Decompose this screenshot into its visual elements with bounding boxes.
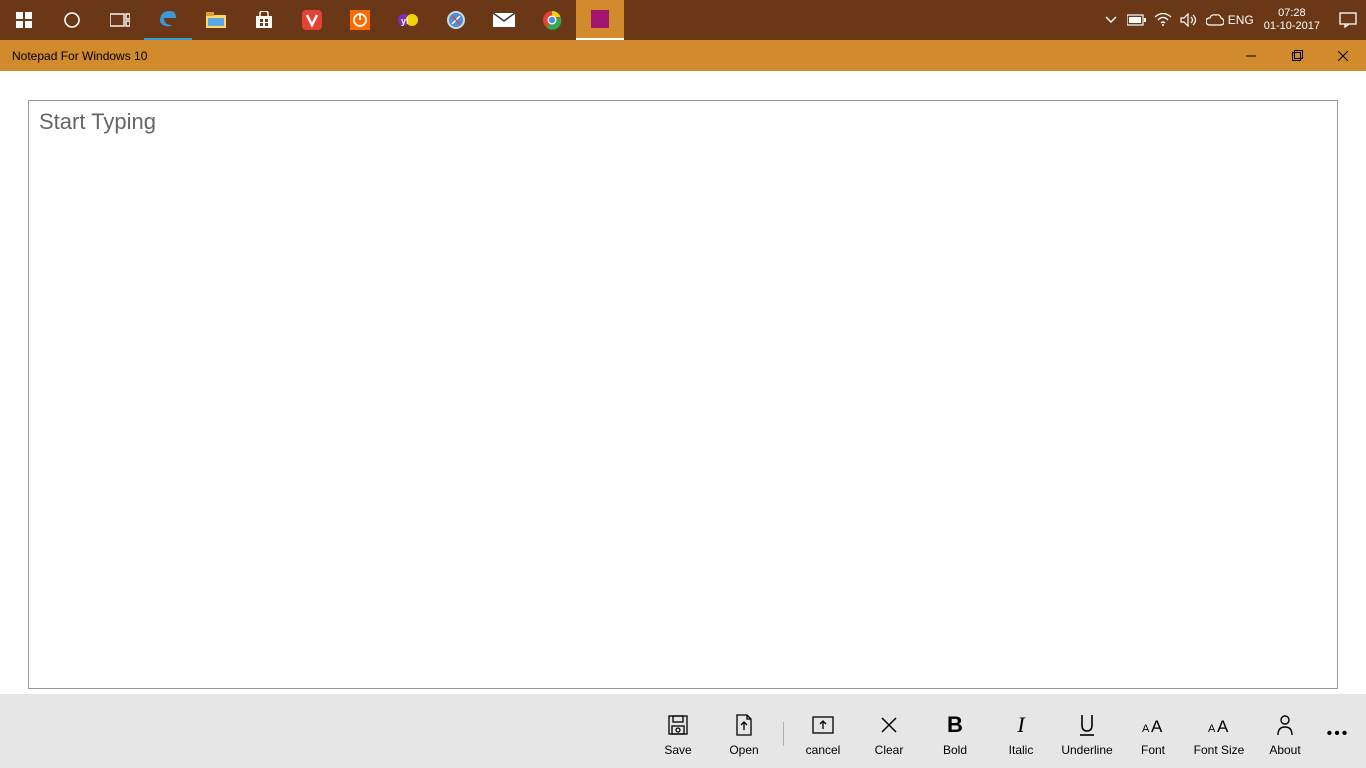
file-explorer-button[interactable] [192,0,240,40]
action-center-button[interactable] [1330,0,1366,40]
cancel-label: cancel [806,743,841,757]
bold-button[interactable]: B Bold [922,703,988,765]
chrome-button[interactable] [528,0,576,40]
italic-icon: I [1017,711,1024,739]
cortana-button[interactable] [48,0,96,40]
maximize-icon [1292,50,1303,61]
clock-time: 07:28 [1264,7,1320,20]
save-label: Save [664,743,691,757]
wifi-button[interactable] [1150,0,1176,40]
onedrive-icon [1206,14,1224,26]
fontsize-label: Font Size [1194,743,1245,757]
onedrive-button[interactable] [1202,0,1228,40]
svg-text:A: A [1151,717,1163,735]
open-label: Open [729,743,758,757]
about-label: About [1269,743,1300,757]
editor-container [0,100,1366,694]
start-button[interactable] [0,0,48,40]
battery-icon [1127,14,1147,26]
clock-button[interactable]: 07:28 01-10-2017 [1254,7,1330,33]
close-button[interactable] [1320,40,1366,71]
vivaldi-button[interactable] [288,0,336,40]
start-icon [16,12,32,28]
app-titlebar: Notepad For Windows 10 [0,40,1366,71]
more-icon: ••• [1327,725,1350,743]
battery-button[interactable] [1124,0,1150,40]
taskview-button[interactable] [96,0,144,40]
chevron-down-icon [1105,16,1117,24]
fontsize-button[interactable]: AA Font Size [1186,703,1252,765]
svg-text:A: A [1208,723,1216,735]
volume-button[interactable] [1176,0,1202,40]
wifi-icon [1154,13,1172,27]
separator [783,722,784,746]
underline-button[interactable]: Underline [1054,703,1120,765]
safari-icon [446,10,466,30]
app-title: Notepad For Windows 10 [0,49,147,63]
font-icon: AA [1142,715,1164,735]
underline-icon [1078,714,1096,736]
save-button[interactable]: Save [645,703,711,765]
language-button[interactable]: ENG [1228,0,1254,40]
store-icon [255,11,273,29]
taskbar-left: y! [0,0,624,40]
windows-taskbar: y! ENG 07 [0,0,1366,40]
yahoo-button[interactable]: y! [384,0,432,40]
italic-button[interactable]: I Italic [988,703,1054,765]
clear-icon [880,716,898,734]
svg-text:A: A [1217,717,1229,735]
minimize-icon [1246,51,1256,61]
notification-icon [1339,12,1357,28]
store-button[interactable] [240,0,288,40]
language-label: ENG [1228,13,1254,27]
volume-icon [1180,13,1198,27]
text-editor[interactable] [28,100,1338,689]
system-tray: ENG 07:28 01-10-2017 [1098,0,1366,40]
bold-icon: B [947,711,963,739]
notepad-app-button[interactable] [576,0,624,40]
notepad-app-icon [591,10,609,28]
minimize-button[interactable] [1228,40,1274,71]
about-icon [1276,715,1294,735]
cancel-button[interactable]: cancel [790,703,856,765]
svg-text:y!: y! [401,16,409,26]
power-icon [350,10,370,30]
bold-label: Bold [943,743,967,757]
maximize-button[interactable] [1274,40,1320,71]
about-button[interactable]: About [1252,703,1318,765]
cancel-icon [812,716,834,734]
yahoo-icon: y! [397,12,419,28]
content-gap [0,71,1366,100]
clear-button[interactable]: Clear [856,703,922,765]
more-button[interactable]: ••• [1318,703,1358,765]
window-controls [1228,40,1366,71]
clock-date: 01-10-2017 [1264,20,1320,33]
save-icon [668,715,688,735]
edge-icon [158,9,178,29]
cortana-icon [63,11,81,29]
svg-text:A: A [1142,723,1150,735]
command-group: Save Open cancel Clear B Bold I Italic U… [645,703,1358,765]
mail-button[interactable] [480,0,528,40]
edge-button[interactable] [144,0,192,40]
open-button[interactable]: Open [711,703,777,765]
close-icon [1338,51,1348,61]
mail-icon [493,13,515,27]
chrome-icon [542,10,562,30]
font-button[interactable]: AA Font [1120,703,1186,765]
fontsize-icon: AA [1208,715,1230,735]
command-bar: Save Open cancel Clear B Bold I Italic U… [0,694,1366,768]
clear-label: Clear [875,743,904,757]
vivaldi-icon [302,10,322,30]
power-button[interactable] [336,0,384,40]
italic-label: Italic [1009,743,1034,757]
underline-label: Underline [1061,743,1112,757]
safari-button[interactable] [432,0,480,40]
file-explorer-icon [206,12,226,28]
tray-overflow-button[interactable] [1098,0,1124,40]
open-icon [735,714,753,736]
taskview-icon [110,12,130,28]
font-label: Font [1141,743,1165,757]
